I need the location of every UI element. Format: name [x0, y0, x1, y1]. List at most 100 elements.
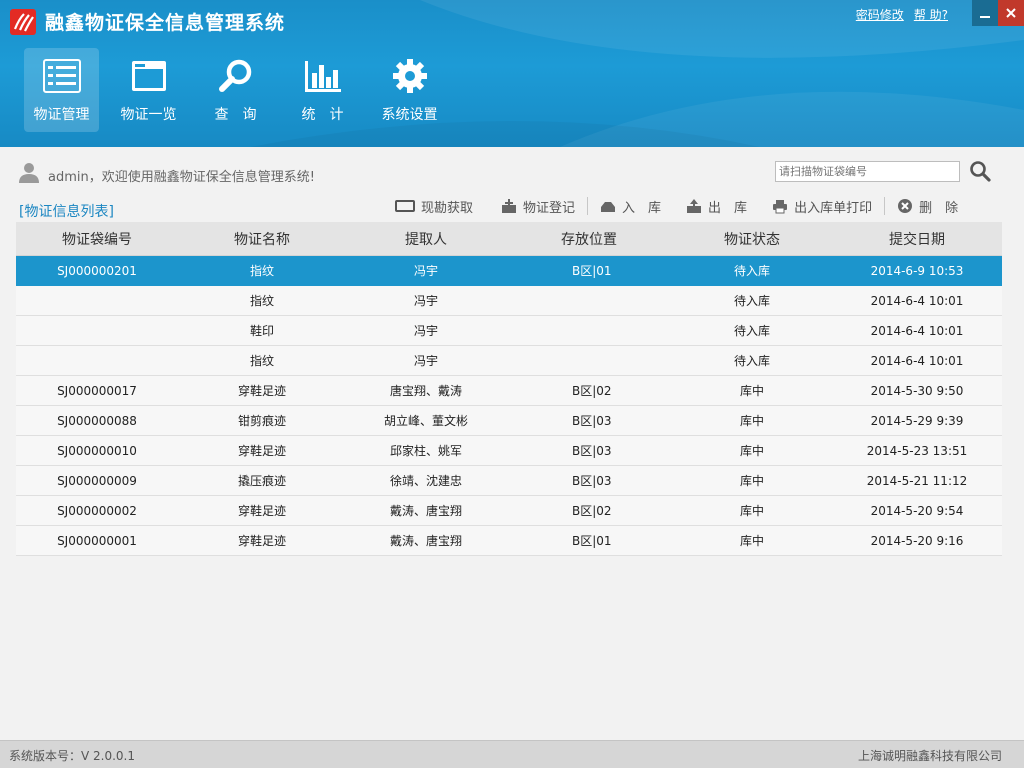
- cell-date: 2014-5-21 11:12: [866, 473, 968, 488]
- cell-status: 库中: [739, 504, 764, 518]
- table-row[interactable]: 指纹 冯宇 待入库 2014-6-4 10:01: [16, 346, 1002, 376]
- cell-evidence-name: 指纹: [249, 264, 274, 278]
- print-button[interactable]: 出入库单打印: [772, 194, 872, 218]
- scene-fetch-button[interactable]: 现勘获取: [395, 194, 473, 218]
- cell-extractor: 戴涛、唐宝翔: [389, 504, 462, 518]
- cell-extractor: 冯宇: [413, 324, 438, 338]
- nav-statistics[interactable]: 统 计: [285, 48, 360, 132]
- window-icon: [129, 58, 169, 94]
- cell-location: B区|02: [572, 504, 612, 518]
- table-row[interactable]: SJ000000001 穿鞋足迹 戴涛、唐宝翔 B区|01 库中 2014-5-…: [16, 526, 1002, 556]
- nav-system-settings[interactable]: 系统设置: [372, 48, 447, 132]
- cell-location: B区|01: [572, 264, 612, 278]
- cell-extractor: 冯宇: [413, 264, 438, 278]
- cell-bag-id: [16, 346, 178, 375]
- nav-label: 统 计: [301, 107, 344, 123]
- toolbar-divider: [884, 197, 886, 215]
- cell-bag-id: SJ000000201: [57, 263, 137, 278]
- table-row[interactable]: SJ000000010 穿鞋足迹 邱家柱、姚军 B区|03 库中 2014-5-…: [16, 436, 1002, 466]
- search-icon: [216, 58, 256, 94]
- welcome-text: admin，欢迎使用融鑫物证保全信息管理系统!: [48, 170, 315, 185]
- password-change-link[interactable]: 密码修改: [856, 6, 904, 23]
- cell-bag-id: SJ000000088: [57, 413, 137, 428]
- search-button-icon[interactable]: [968, 159, 992, 183]
- company-text: 上海诚明融鑫科技有限公司: [857, 749, 1002, 763]
- nav-evidence-management[interactable]: 物证管理: [24, 48, 99, 132]
- nav-label: 系统设置: [381, 107, 438, 123]
- user-icon: [19, 163, 39, 183]
- cell-status: 待入库: [733, 294, 770, 308]
- cell-location: B区|03: [572, 414, 612, 428]
- column-header-date[interactable]: 提交日期: [832, 222, 1002, 255]
- monitor-icon: [395, 200, 415, 212]
- cell-extractor: 冯宇: [413, 294, 438, 308]
- nav-label: 查 询: [214, 107, 257, 123]
- register-button[interactable]: 物证登记: [501, 194, 575, 218]
- stock-in-label: 入 库: [622, 200, 662, 216]
- column-header-location[interactable]: 存放位置: [506, 222, 672, 255]
- cell-date: 2014-5-23 13:51: [866, 443, 968, 458]
- cell-date: 2014-5-20 9:54: [870, 503, 964, 518]
- stock-in-button[interactable]: 入 库: [600, 194, 661, 218]
- list-title: [物证信息列表]: [19, 204, 114, 220]
- column-header-extractor[interactable]: 提取人: [346, 222, 506, 255]
- search-input[interactable]: [775, 161, 960, 182]
- nav-query[interactable]: 查 询: [198, 48, 273, 132]
- table-row[interactable]: 指纹 冯宇 待入库 2014-6-4 10:01: [16, 286, 1002, 316]
- cell-date: 2014-6-4 10:01: [870, 323, 964, 338]
- cell-evidence-name: 鞋印: [249, 324, 274, 338]
- nav-label: 物证一览: [120, 107, 177, 123]
- cell-status: 库中: [739, 414, 764, 428]
- cell-extractor: 邱家柱、姚军: [389, 444, 462, 458]
- stock-out-icon: [687, 199, 702, 213]
- main-nav: 物证管理 物证一览 查 询 统 计 系统设置: [24, 48, 459, 132]
- nav-evidence-overview[interactable]: 物证一览: [111, 48, 186, 132]
- table-row[interactable]: 鞋印 冯宇 待入库 2014-6-4 10:01: [16, 316, 1002, 346]
- toolbar-divider: [587, 197, 589, 215]
- cell-bag-id: SJ000000017: [57, 383, 137, 398]
- cell-evidence-name: 钳剪痕迹: [237, 414, 286, 428]
- cell-bag-id: SJ000000002: [57, 503, 137, 518]
- cell-bag-id: [16, 286, 178, 315]
- cell-date: 2014-6-9 10:53: [870, 263, 964, 278]
- table-row[interactable]: SJ000000009 撬压痕迹 徐靖、沈建忠 B区|03 库中 2014-5-…: [16, 466, 1002, 496]
- table-header: 物证袋编号 物证名称 提取人 存放位置 物证状态 提交日期: [16, 222, 1002, 256]
- column-header-evidence-name[interactable]: 物证名称: [178, 222, 346, 255]
- cell-status: 库中: [739, 474, 764, 488]
- delete-button[interactable]: 删 除: [897, 194, 958, 218]
- toolbar: 现勘获取 物证登记 入 库 出 库 出入库单打印 删 除: [395, 194, 958, 218]
- cell-location: B区|01: [572, 534, 612, 548]
- app-logo-icon: [10, 8, 36, 35]
- cell-location: [506, 286, 672, 315]
- table-row[interactable]: SJ000000002 穿鞋足迹 戴涛、唐宝翔 B区|02 库中 2014-5-…: [16, 496, 1002, 526]
- cell-evidence-name: 指纹: [249, 354, 274, 368]
- column-header-bag-id[interactable]: 物证袋编号: [16, 222, 178, 255]
- scene-fetch-label: 现勘获取: [421, 200, 474, 216]
- stock-in-icon: [601, 202, 616, 212]
- search-field: [775, 161, 960, 182]
- status-bar: 系统版本号：V 2.0.0.1 上海诚明融鑫科技有限公司: [0, 740, 1024, 768]
- table-row[interactable]: SJ000000088 钳剪痕迹 胡立峰、董文彬 B区|03 库中 2014-5…: [16, 406, 1002, 436]
- cell-status: 待入库: [733, 354, 770, 368]
- help-link[interactable]: 帮 助?: [914, 6, 948, 23]
- bar-chart-icon: [303, 58, 343, 94]
- cell-status: 库中: [739, 444, 764, 458]
- app-title: 融鑫物证保全信息管理系统: [45, 12, 286, 34]
- cell-bag-id: SJ000000001: [57, 533, 137, 548]
- cell-evidence-name: 指纹: [249, 294, 274, 308]
- table-row[interactable]: SJ000000017 穿鞋足迹 唐宝翔、戴涛 B区|02 库中 2014-5-…: [16, 376, 1002, 406]
- table-row[interactable]: SJ000000201 指纹 冯宇 B区|01 待入库 2014-6-9 10:…: [16, 256, 1002, 286]
- column-header-status[interactable]: 物证状态: [672, 222, 832, 255]
- register-icon: [502, 199, 517, 213]
- delete-label: 删 除: [919, 200, 959, 216]
- close-icon: [1006, 8, 1016, 18]
- cell-evidence-name: 穿鞋足迹: [237, 534, 286, 548]
- register-label: 物证登记: [523, 200, 576, 216]
- stock-out-button[interactable]: 出 库: [686, 194, 747, 218]
- cell-location: B区|03: [572, 444, 612, 458]
- brand: 融鑫物证保全信息管理系统: [10, 8, 285, 35]
- minimize-button[interactable]: [972, 0, 998, 26]
- app-header: 融鑫物证保全信息管理系统 密码修改 帮 助? 物证管理 物证一览 查 询 统 计…: [0, 0, 1024, 147]
- close-button[interactable]: [998, 0, 1024, 26]
- cell-location: [506, 316, 672, 345]
